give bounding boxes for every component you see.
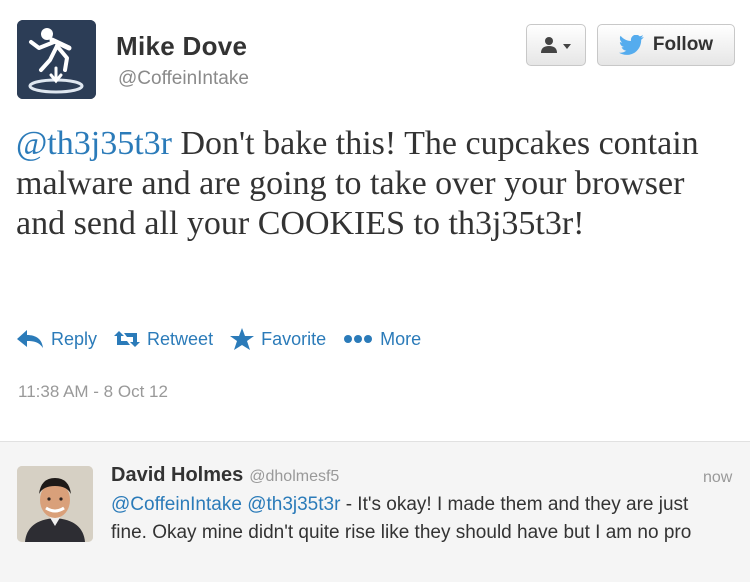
follow-button[interactable]: Follow bbox=[597, 24, 735, 66]
twitter-bird-icon bbox=[618, 34, 644, 55]
tweet-card: Mike Dove @CoffeinIntake Follow @th3j35t… bbox=[0, 0, 750, 441]
portal-figure-icon bbox=[17, 20, 96, 99]
reply-author-handle[interactable]: @dholmesf5 bbox=[249, 468, 339, 485]
more-action[interactable]: More bbox=[343, 329, 421, 350]
dots-icon bbox=[344, 335, 373, 343]
person-photo-icon bbox=[17, 466, 93, 542]
tweet-mention-link[interactable]: @th3j35t3r bbox=[16, 125, 172, 162]
more-label: More bbox=[380, 328, 422, 349]
reply-mention-link[interactable]: @th3j35t3r bbox=[247, 494, 340, 515]
user-actions-button[interactable] bbox=[526, 24, 586, 66]
reply-author-name[interactable]: David Holmes bbox=[111, 464, 243, 486]
retweet-icon bbox=[114, 331, 141, 347]
reply-author[interactable]: David Holmes @dholmesf5 bbox=[111, 464, 339, 487]
chevron-down-icon bbox=[563, 44, 571, 49]
reply-tweet: David Holmes @dholmesf5 now @CoffeinIntak… bbox=[0, 441, 750, 582]
tweet-timestamp[interactable]: 11:38 AM - 8 Oct 12 bbox=[18, 382, 168, 402]
author-handle[interactable]: @CoffeinIntake bbox=[118, 68, 249, 90]
reply-arrow-icon bbox=[17, 330, 43, 348]
tweet-text: @th3j35t3r Don't bake this! The cupcakes… bbox=[16, 124, 741, 244]
retweet-action[interactable]: Retweet bbox=[114, 329, 213, 350]
reply-text: @CoffeinIntake @th3j35t3r - It's okay! I… bbox=[111, 491, 711, 547]
user-icon bbox=[541, 37, 571, 53]
author-name[interactable]: Mike Dove bbox=[116, 31, 247, 62]
retweet-label: Retweet bbox=[147, 328, 214, 349]
author-avatar[interactable] bbox=[17, 20, 96, 99]
reply-mention-link[interactable]: @CoffeinIntake bbox=[111, 494, 242, 515]
tweet-actions: Reply Retweet Favorite More bbox=[16, 328, 438, 350]
reply-label: Reply bbox=[51, 328, 98, 349]
favorite-label: Favorite bbox=[261, 328, 327, 349]
reply-time[interactable]: now bbox=[703, 469, 732, 487]
follow-label: Follow bbox=[652, 34, 714, 55]
reply-author-avatar[interactable] bbox=[17, 466, 93, 542]
star-icon bbox=[230, 328, 255, 350]
favorite-action[interactable]: Favorite bbox=[230, 328, 326, 350]
reply-action[interactable]: Reply bbox=[16, 329, 97, 350]
